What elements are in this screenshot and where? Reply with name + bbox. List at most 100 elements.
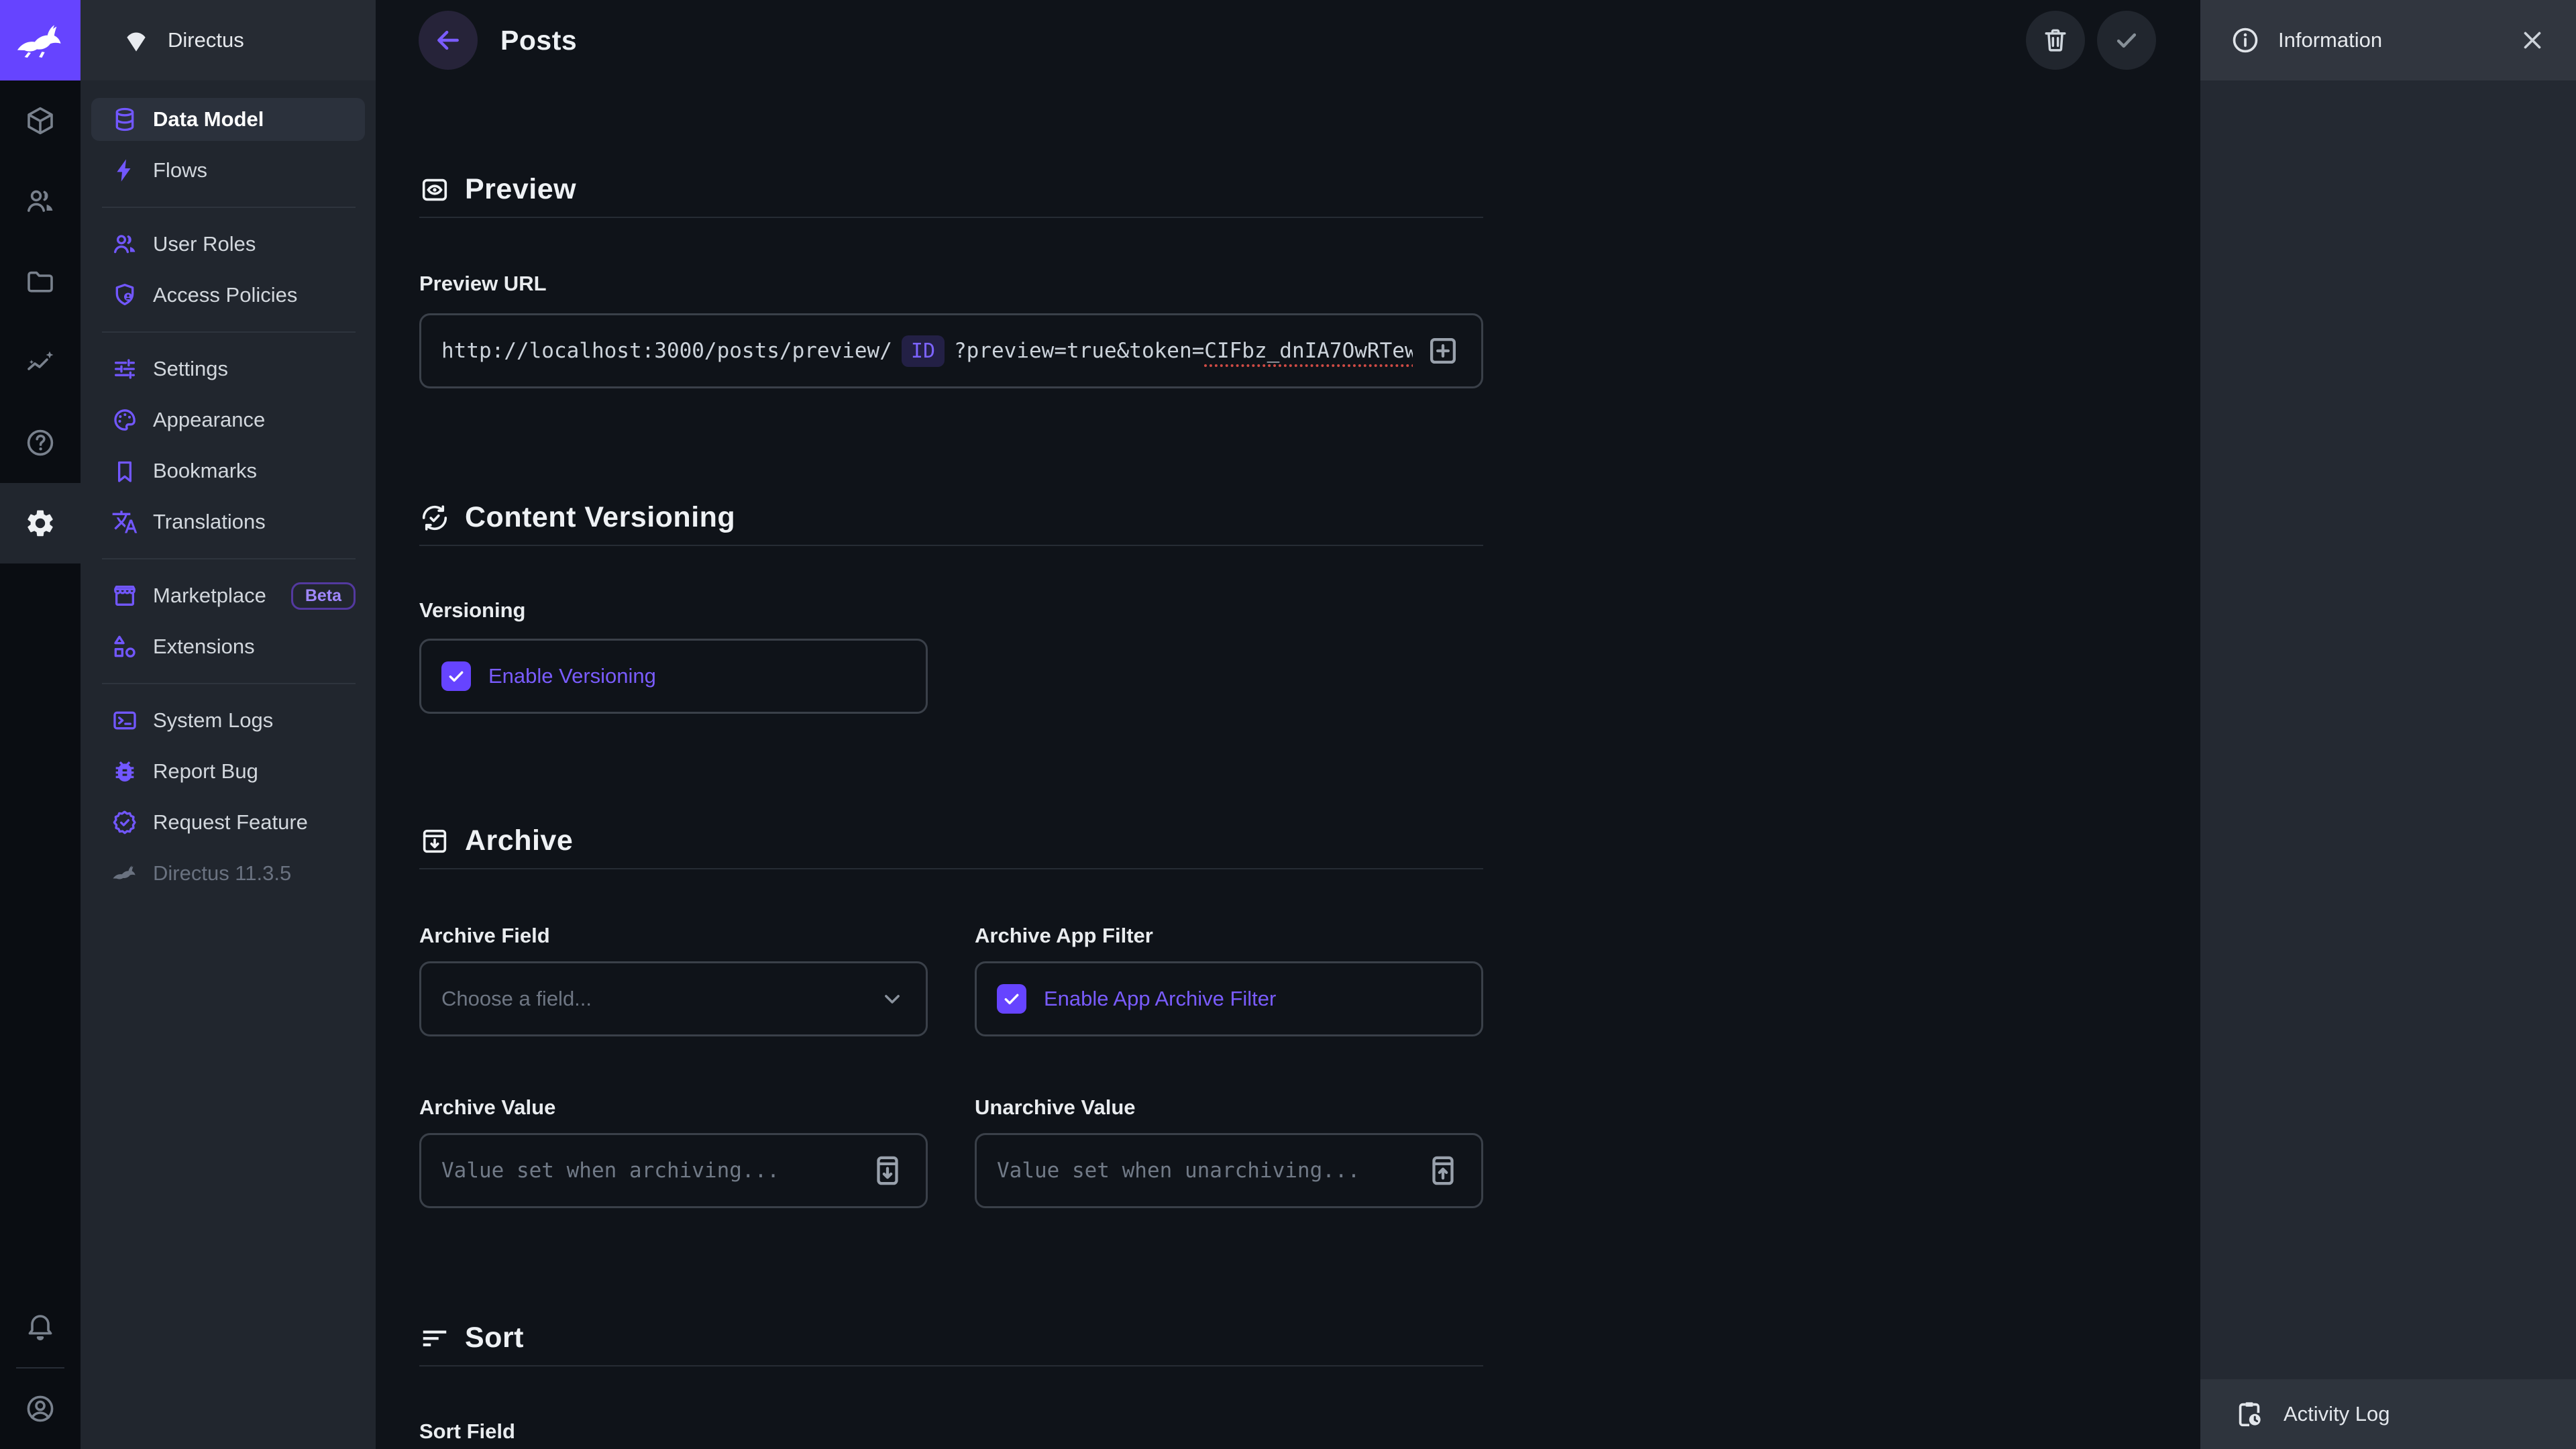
archive-box-icon [419,826,450,857]
checkbox-checked-icon [997,984,1026,1014]
nav-divider [102,683,356,684]
sidebar-item-report-bug[interactable]: Report Bug [91,750,365,793]
sidebar-item-label: User Roles [153,232,256,256]
directus-logo[interactable] [0,0,80,80]
section-divider [419,545,1483,546]
section-preview: Preview [419,173,1483,206]
module-files[interactable] [0,241,80,322]
project-name: Directus [168,28,244,52]
palette-icon [111,407,138,433]
module-bar [0,0,80,1449]
notifications-button[interactable] [0,1287,80,1367]
nav-divider [102,331,356,333]
directus-app: Directus Data Model Flows [0,0,2576,1449]
save-button[interactable] [2097,11,2156,70]
archive-field-select[interactable]: Choose a field... [419,961,928,1036]
archive-app-filter-label: Archive App Filter [975,924,1483,948]
trash-icon [2041,25,2070,55]
sidebar-item-flows[interactable]: Flows [91,149,365,192]
sidebar-item-translations[interactable]: Translations [91,500,365,543]
checkbox-label: Enable App Archive Filter [1044,987,1276,1011]
header-actions [2026,11,2156,70]
module-content[interactable] [0,80,80,161]
directus-rabbit-icon [14,23,66,58]
sidebar-item-label: Extensions [153,635,255,659]
url-query-prefix: ?preview=true&token= [954,339,1204,363]
account-icon [24,1393,56,1425]
archive-value-input[interactable]: Value set when archiving... [419,1133,928,1208]
cube-icon [24,105,56,137]
bell-icon [24,1311,56,1343]
module-insights[interactable] [0,322,80,402]
section-sort: Sort [419,1322,1483,1354]
seal-check-icon [111,809,138,836]
preview-url-label: Preview URL [419,272,1483,296]
delete-button[interactable] [2026,11,2085,70]
enable-versioning-checkbox[interactable]: Enable Versioning [441,661,656,691]
sidebar-item-label: System Logs [153,708,273,733]
clipboard-clock-icon [2234,1399,2265,1430]
section-archive: Archive [419,824,1483,857]
close-sidebar-button[interactable] [2518,26,2546,54]
module-users[interactable] [0,161,80,241]
enable-app-archive-filter-checkbox[interactable]: Enable App Archive Filter [997,984,1276,1014]
preview-url-input[interactable]: http://localhost:3000/posts/preview/ ID … [419,313,1483,388]
insights-icon [24,346,56,378]
activity-log-button[interactable]: Activity Log [2200,1379,2576,1449]
sidebar-item-access-policies[interactable]: Access Policies [91,274,365,317]
help-icon [24,427,56,459]
versioning-icon [419,502,450,533]
fan-icon [122,26,150,54]
rabbit-icon [111,860,138,887]
sidebar-item-version: Directus 11.3.5 [91,852,365,895]
back-button[interactable] [419,11,478,70]
account-button[interactable] [0,1368,80,1449]
sidebar-item-system-logs[interactable]: System Logs [91,699,365,742]
module-settings[interactable] [0,483,80,564]
versioning-label: Versioning [419,598,1483,623]
sidebar-item-settings[interactable]: Settings [91,347,365,390]
unarchive-up-icon [1425,1152,1461,1189]
chevron-down-icon [879,985,906,1012]
sidebar-item-label: Marketplace [153,584,266,608]
storefront-icon [111,582,138,609]
sidebar-item-label: Report Bug [153,759,258,784]
bolt-icon [111,157,138,184]
sidebar-item-label: Data Model [153,107,264,131]
activity-log-label: Activity Log [2284,1402,2390,1426]
section-divider [419,1365,1483,1366]
sidebar-item-extensions[interactable]: Extensions [91,625,365,668]
preview-eye-icon [419,174,450,205]
sidebar-item-request-feature[interactable]: Request Feature [91,801,365,844]
id-variable-chip[interactable]: ID [902,335,945,367]
section-title: Sort [465,1322,524,1354]
beta-badge: Beta [291,582,356,610]
unarchive-value-input[interactable]: Value set when unarchiving... [975,1133,1483,1208]
archive-app-filter-box: Enable App Archive Filter [975,961,1483,1036]
archive-field-placeholder: Choose a field... [441,987,879,1011]
page-title: Posts [500,25,577,56]
checkbox-checked-icon [441,661,471,691]
module-help[interactable] [0,402,80,483]
sidebar-item-bookmarks[interactable]: Bookmarks [91,449,365,492]
sidebar-item-marketplace[interactable]: Marketplace Beta [91,574,365,617]
add-variable-button[interactable] [1425,333,1461,369]
collection-settings-form: Preview Preview URL http://localhost:300… [419,173,1483,1444]
page-header: Posts [376,0,2200,80]
check-icon [2112,25,2141,55]
shield-user-icon [111,282,138,309]
section-title: Archive [465,824,573,857]
url-prefix: http://localhost:3000/posts/preview/ [441,339,892,363]
database-icon [111,106,138,133]
archive-value-placeholder: Value set when archiving... [441,1159,857,1183]
sidebar-item-label: Flows [153,158,207,182]
information-panel-header[interactable]: Information [2200,0,2576,80]
project-chooser[interactable]: Directus [80,0,376,80]
sidebar-item-appearance[interactable]: Appearance [91,398,365,441]
bookmark-icon [111,458,138,484]
gear-icon [24,507,56,539]
sidebar-item-data-model[interactable]: Data Model [91,98,365,141]
sort-icon [419,1323,450,1354]
sidebar-item-user-roles[interactable]: User Roles [91,223,365,266]
people-icon [24,185,56,217]
